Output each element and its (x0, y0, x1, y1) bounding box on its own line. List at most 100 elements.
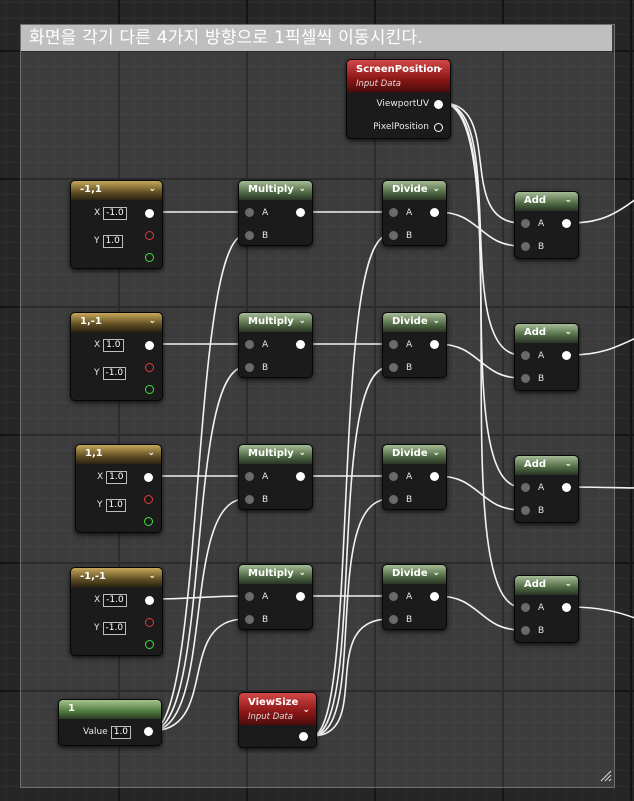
input-pin-a[interactable] (245, 208, 254, 217)
input-pin-b[interactable] (521, 242, 530, 251)
output-pin[interactable] (296, 208, 305, 217)
input-pin-b[interactable] (521, 374, 530, 383)
output-pin-r[interactable] (144, 473, 153, 482)
chevron-down-icon[interactable]: ⌄ (564, 579, 572, 589)
output-pin[interactable] (562, 483, 571, 492)
multiply-node[interactable]: Multiply ⌄ A B (238, 180, 313, 246)
multiply-node[interactable]: Multiply ⌄ A B (238, 312, 313, 378)
constant2vector-node[interactable]: 1,1 ⌄ X 1.0 Y 1.0 (75, 444, 162, 533)
chevron-down-icon[interactable]: ⌄ (148, 571, 156, 581)
chevron-down-icon[interactable]: ⌄ (564, 327, 572, 337)
chevron-down-icon[interactable]: ⌄ (148, 316, 156, 326)
viewport-uv-pin[interactable] (434, 100, 443, 109)
y-value-field[interactable]: 1.0 (105, 499, 126, 512)
pixel-position-pin[interactable] (434, 123, 443, 132)
chevron-down-icon[interactable]: ⌄ (298, 448, 306, 458)
output-pin[interactable] (296, 340, 305, 349)
output-pin-r[interactable] (145, 341, 154, 350)
chevron-down-icon[interactable]: ⌄ (564, 459, 572, 469)
chevron-down-icon[interactable]: ⌄ (147, 448, 155, 458)
input-pin-a[interactable] (521, 351, 530, 360)
output-pin[interactable] (562, 603, 571, 612)
output-pin-b[interactable] (145, 253, 154, 262)
output-pin-r[interactable] (145, 209, 154, 218)
input-pin-a[interactable] (521, 483, 530, 492)
add-node[interactable]: Add ⌄ A B (514, 575, 579, 643)
input-pin-b[interactable] (389, 363, 398, 372)
chevron-down-icon[interactable]: ⌄ (432, 316, 440, 326)
output-pin[interactable] (430, 340, 439, 349)
view-size-node[interactable]: ViewSize Input Data ⌄ (238, 692, 317, 748)
chevron-down-icon[interactable]: ⌄ (432, 448, 440, 458)
add-node[interactable]: Add ⌄ A B (514, 455, 579, 523)
x-value-field[interactable]: 1.0 (106, 471, 127, 484)
output-pin-b[interactable] (145, 385, 154, 394)
chevron-down-icon[interactable]: ⌄ (298, 184, 306, 194)
output-pin-g[interactable] (145, 363, 154, 372)
chevron-down-icon[interactable]: ⌄ (564, 195, 572, 205)
input-pin-a[interactable] (245, 472, 254, 481)
output-pin[interactable] (562, 351, 571, 360)
chevron-down-icon[interactable]: ⌄ (298, 316, 306, 326)
input-pin-b[interactable] (245, 615, 254, 624)
input-pin-a[interactable] (389, 208, 398, 217)
output-pin[interactable] (430, 472, 439, 481)
scalar-constant-node[interactable]: 1 Value 1.0 (58, 699, 162, 746)
output-pin-b[interactable] (144, 517, 153, 526)
constant2vector-node[interactable]: 1,-1 ⌄ X 1.0 Y -1.0 (70, 312, 163, 401)
constant2vector-node[interactable]: -1,1 ⌄ X -1.0 Y 1.0 (70, 180, 163, 269)
input-pin-a[interactable] (245, 340, 254, 349)
output-pin[interactable] (430, 592, 439, 601)
input-pin-a[interactable] (389, 592, 398, 601)
divide-node[interactable]: Divide ⌄ A B (382, 180, 447, 246)
chevron-down-icon[interactable]: ⌄ (432, 568, 440, 578)
screen-position-node[interactable]: ScreenPosition Input Data ⌄ ViewportUV P… (346, 59, 451, 139)
x-value-field[interactable]: -1.0 (103, 207, 127, 220)
y-value-field[interactable]: 1.0 (102, 235, 123, 248)
output-pin-b[interactable] (145, 640, 154, 649)
y-value-field[interactable]: -1.0 (102, 367, 127, 380)
constant2vector-node[interactable]: -1,-1 ⌄ X -1.0 Y -1.0 (70, 567, 163, 656)
input-pin-b[interactable] (245, 231, 254, 240)
input-pin-a[interactable] (521, 603, 530, 612)
input-pin-a[interactable] (521, 219, 530, 228)
output-pin[interactable] (296, 472, 305, 481)
divide-node[interactable]: Divide ⌄ A B (382, 444, 447, 510)
input-pin-a[interactable] (389, 472, 398, 481)
multiply-node[interactable]: Multiply ⌄ A B (238, 564, 313, 630)
input-pin-a[interactable] (245, 592, 254, 601)
input-pin-a[interactable] (389, 340, 398, 349)
output-pin[interactable] (430, 208, 439, 217)
output-pin[interactable] (296, 592, 305, 601)
y-value-field[interactable]: -1.0 (102, 622, 127, 635)
node-header: Multiply ⌄ (239, 445, 312, 464)
output-pin[interactable] (144, 727, 153, 736)
chevron-down-icon[interactable]: ⌄ (436, 63, 444, 73)
input-pin-b[interactable] (245, 363, 254, 372)
resize-grip-icon[interactable] (600, 770, 612, 782)
x-value-field[interactable]: 1.0 (103, 339, 124, 352)
output-pin-g[interactable] (145, 231, 154, 240)
chevron-down-icon[interactable]: ⌄ (432, 184, 440, 194)
input-pin-b[interactable] (245, 495, 254, 504)
divide-node[interactable]: Divide ⌄ A B (382, 564, 447, 630)
input-pin-b[interactable] (389, 231, 398, 240)
chevron-down-icon[interactable]: ⌄ (298, 568, 306, 578)
chevron-down-icon[interactable]: ⌄ (302, 705, 310, 715)
output-pin[interactable] (299, 732, 308, 741)
input-pin-b[interactable] (389, 495, 398, 504)
add-node[interactable]: Add ⌄ A B (514, 323, 579, 391)
multiply-node[interactable]: Multiply ⌄ A B (238, 444, 313, 510)
divide-node[interactable]: Divide ⌄ A B (382, 312, 447, 378)
output-pin-g[interactable] (145, 618, 154, 627)
output-pin-g[interactable] (144, 495, 153, 504)
x-value-field[interactable]: -1.0 (103, 594, 127, 607)
value-field[interactable]: 1.0 (110, 726, 132, 739)
input-pin-b[interactable] (521, 506, 530, 515)
input-pin-b[interactable] (389, 615, 398, 624)
chevron-down-icon[interactable]: ⌄ (148, 184, 156, 194)
input-pin-b[interactable] (521, 626, 530, 635)
output-pin[interactable] (562, 219, 571, 228)
output-pin-r[interactable] (145, 596, 154, 605)
add-node[interactable]: Add ⌄ A B (514, 191, 579, 259)
